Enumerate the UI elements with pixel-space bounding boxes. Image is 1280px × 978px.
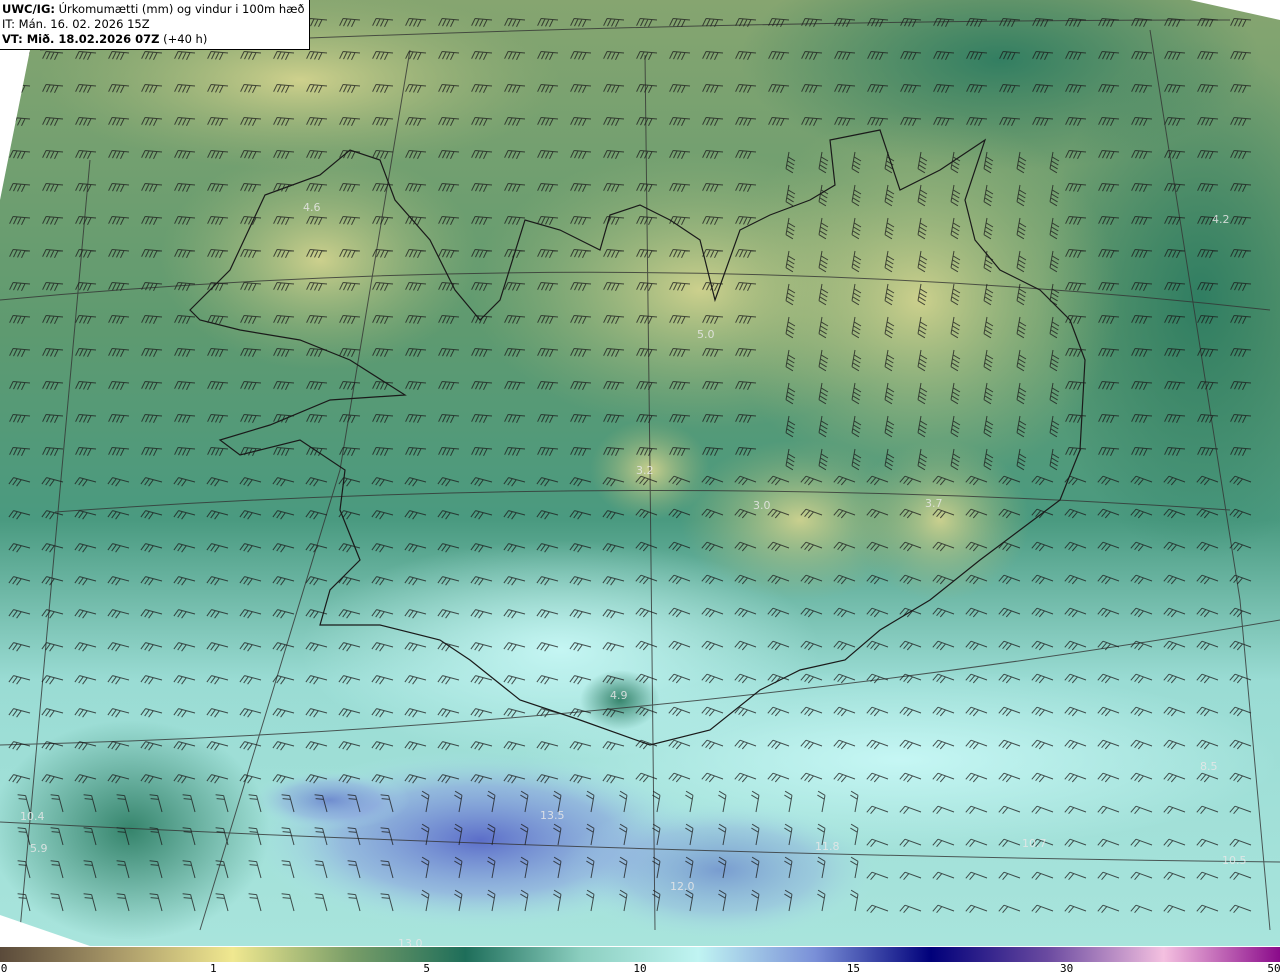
colorbar-tick-label: 10 bbox=[633, 962, 647, 975]
value-label: 10.5 bbox=[1222, 854, 1247, 867]
colorbar-tick-label: 0 bbox=[0, 962, 8, 975]
value-label: 5.9 bbox=[30, 842, 48, 855]
value-label: 4.2 bbox=[1212, 213, 1230, 226]
colorbar-tick-label: 30 bbox=[1060, 962, 1074, 975]
value-label: 11.8 bbox=[815, 840, 840, 853]
value-label: 3.0 bbox=[753, 499, 771, 512]
value-label: 4.9 bbox=[610, 689, 628, 702]
initial-time: IT: Mán. 16. 02. 2026 15Z bbox=[2, 17, 150, 31]
value-label: 3.2 bbox=[636, 464, 654, 477]
map-title-box: UWC/IG: Úrkomumætti (mm) og vindur i 100… bbox=[0, 0, 310, 50]
model-label: UWC/IG: bbox=[2, 2, 55, 16]
value-label: 10.7 bbox=[1022, 837, 1047, 850]
value-label: 4.6 bbox=[303, 201, 321, 214]
colorbar-tick-label: 1 bbox=[210, 962, 217, 975]
value-label: 13.5 bbox=[540, 809, 565, 822]
value-label: 5.0 bbox=[697, 328, 715, 341]
colorbar-tick-label: 15 bbox=[846, 962, 860, 975]
map-title: Úrkomumætti (mm) og vindur i 100m hæð bbox=[58, 2, 305, 16]
value-label: 12.0 bbox=[670, 880, 695, 893]
value-label: 8.5 bbox=[1200, 760, 1218, 773]
colorbar bbox=[0, 947, 1280, 962]
value-label: 13.0 bbox=[398, 937, 423, 946]
valid-time: VT: Mið. 18.02.2026 07Z bbox=[2, 32, 160, 46]
wind-barb bbox=[9, 51, 31, 61]
colorbar-tick-label: 5 bbox=[423, 962, 430, 975]
lead-time: (+40 h) bbox=[163, 32, 208, 46]
colorbar-tick-label: 50 bbox=[1267, 962, 1280, 975]
precipitation-map: 4.6 5.0 4.2 3.2 3.0 3.7 4.9 13.5 13.0 5.… bbox=[0, 0, 1280, 946]
value-label: 3.7 bbox=[925, 497, 943, 510]
value-label: 10.4 bbox=[20, 810, 45, 823]
